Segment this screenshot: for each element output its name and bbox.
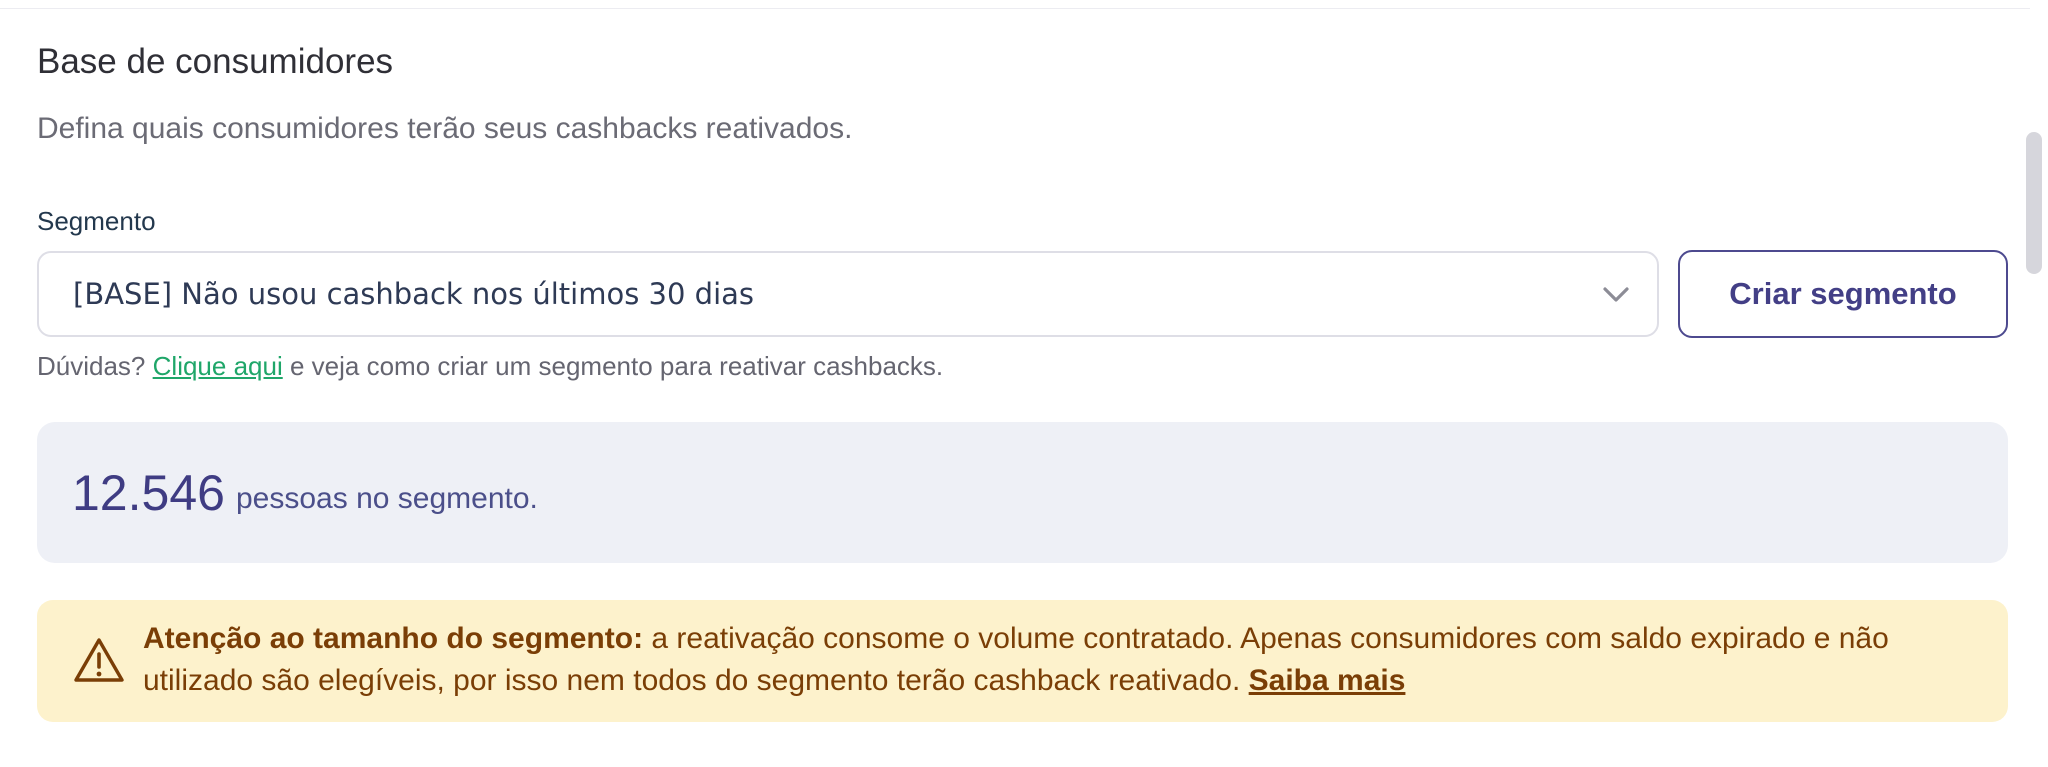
segment-select-value: [BASE] Não usou cashback nos últimos 30 …: [73, 277, 755, 311]
chevron-down-icon: [1603, 287, 1629, 302]
help-prefix: Dúvidas?: [37, 351, 146, 381]
segment-size-warning: Atenção ao tamanho do segmento: a reativ…: [37, 600, 2008, 722]
help-suffix: e veja como criar um segmento para reati…: [289, 351, 944, 381]
help-link[interactable]: Clique aqui: [153, 351, 283, 381]
segment-select[interactable]: [BASE] Não usou cashback nos últimos 30 …: [37, 251, 1659, 337]
warning-text: Atenção ao tamanho do segmento: a reativ…: [143, 618, 2003, 702]
segment-count-panel: 12.546 pessoas no segmento.: [37, 422, 2008, 563]
scrollbar-thumb[interactable]: [2026, 132, 2042, 274]
warning-triangle-icon: [74, 638, 124, 682]
segment-label: Segmento: [37, 206, 156, 236]
learn-more-link[interactable]: Saiba mais: [1249, 664, 1406, 697]
segment-count: 12.546: [72, 465, 225, 521]
segment-count-label: pessoas no segmento.: [236, 482, 538, 515]
create-segment-button[interactable]: Criar segmento: [1678, 250, 2008, 338]
top-divider: [0, 8, 2030, 9]
help-text: Dúvidas? Clique aqui e veja como criar u…: [37, 351, 943, 382]
section-subtitle: Defina quais consumidores terão seus cas…: [37, 112, 853, 145]
warning-heading: Atenção ao tamanho do segmento:: [143, 622, 644, 655]
section-title: Base de consumidores: [37, 42, 394, 81]
